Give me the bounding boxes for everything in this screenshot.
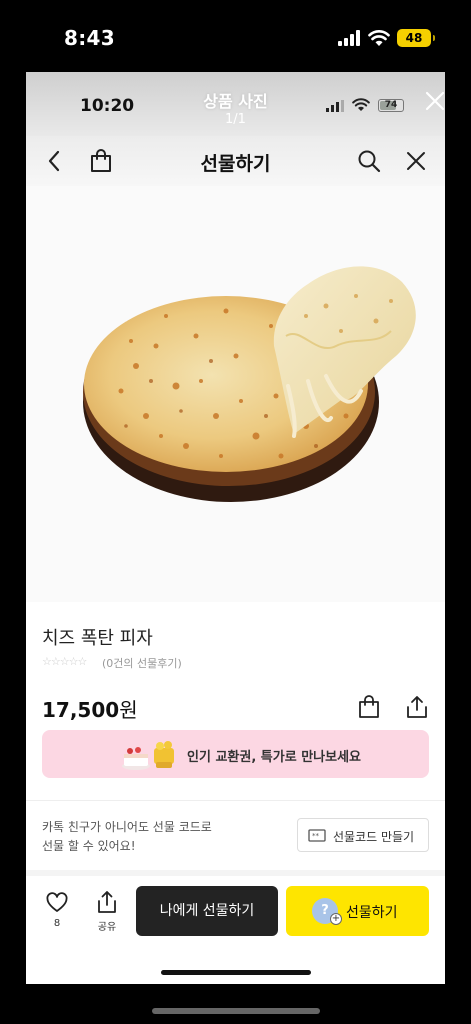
close-icon[interactable]: [403, 148, 429, 174]
home-indicator: [161, 970, 311, 975]
add-friend-plus-icon: +: [330, 913, 342, 925]
screenshot-frame: 10:20 상품 사진 1/1 74 선물하기 치즈 폭탄 피자 ☆☆☆☆☆ (…: [26, 72, 445, 984]
pizza-image: [83, 266, 416, 502]
inner-wifi-icon: [352, 98, 370, 111]
review-count[interactable]: (0건의 선물후기): [102, 655, 182, 671]
battery-icon: 48: [397, 29, 435, 47]
product-price: 17,500원: [42, 694, 138, 723]
ticket-code-icon: **: [308, 829, 326, 842]
promo-banner[interactable]: 인기 교환권, 특가로 만나보세요: [42, 730, 429, 778]
divider: [26, 800, 445, 801]
product-name: 치즈 폭탄 피자: [42, 628, 153, 649]
inner-battery-level: 74: [384, 100, 398, 110]
battery-level: 48: [405, 31, 423, 45]
add-to-cart-bag-icon[interactable]: [356, 694, 382, 720]
app-header: 선물하기: [26, 136, 445, 186]
search-icon[interactable]: [356, 148, 382, 174]
outer-bottom-area: [0, 984, 471, 1024]
outer-status-time: 8:43: [64, 26, 115, 50]
wifi-icon: [368, 30, 390, 46]
gift-button[interactable]: ? + 선물하기: [286, 886, 429, 936]
price-value: 17,500: [42, 698, 120, 722]
inner-battery-icon: 74: [378, 99, 404, 112]
page-title: 선물하기: [200, 153, 271, 175]
create-gift-code-button[interactable]: ** 선물코드 만들기: [297, 818, 429, 852]
share-icon[interactable]: [404, 694, 430, 720]
photo-viewer-bar: 10:20 상품 사진 1/1 74: [26, 72, 445, 136]
heart-icon[interactable]: [46, 892, 68, 914]
viewer-counter: 1/1: [225, 112, 246, 127]
gift-to-self-button[interactable]: 나에게 선물하기: [136, 886, 278, 936]
share-label: 공유: [97, 922, 117, 933]
product-image[interactable]: [26, 186, 445, 602]
cake-illustration-icon: [122, 741, 174, 770]
rating-stars: ☆☆☆☆☆: [42, 655, 87, 668]
outer-status-bar: 8:43 48: [0, 0, 471, 72]
outer-home-indicator: [152, 1008, 320, 1014]
price-unit: 원: [119, 698, 138, 722]
inner-signal-icon: [326, 100, 344, 112]
cellular-signal-icon: [338, 30, 360, 46]
gift-code-note: 카톡 친구가 아니어도 선물 코드로 선물 할 수 있어요!: [42, 818, 212, 856]
svg-text:**: **: [312, 832, 320, 840]
create-gift-code-label: 선물코드 만들기: [333, 830, 415, 844]
like-count: 8: [53, 918, 61, 929]
gift-code-note-line1: 카톡 친구가 아니어도 선물 코드로: [42, 820, 212, 834]
bottom-action-bar: 8 공유 나에게 선물하기 ? + 선물하기: [26, 876, 445, 984]
banner-text: 인기 교환권, 특가로 만나보세요: [187, 750, 361, 765]
gift-code-note-line2: 선물 할 수 있어요!: [42, 839, 136, 853]
share-bottom-icon[interactable]: [96, 890, 118, 914]
gift-button-label: 선물하기: [346, 905, 398, 921]
viewer-close-icon[interactable]: [424, 90, 445, 112]
